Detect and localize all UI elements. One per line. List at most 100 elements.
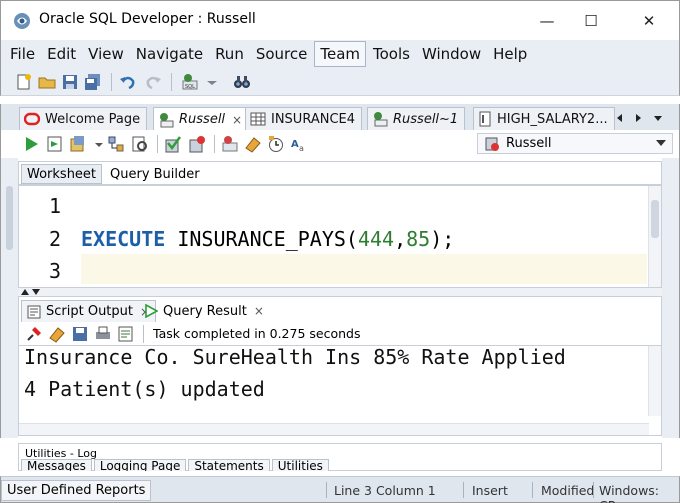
task-status-text: Task completed in 0.275 seconds	[153, 326, 361, 341]
binoculars-icon[interactable]	[233, 73, 251, 91]
output-line: 4 Patient(s) updated	[24, 377, 265, 401]
commit-icon[interactable]	[164, 135, 182, 153]
chevron-down-icon[interactable]	[653, 113, 663, 123]
svg-text:SQL: SQL	[185, 84, 195, 90]
line-number: 2	[48, 227, 61, 251]
tab-label: HIGH_SALARY2...	[497, 111, 608, 127]
code-number: 85	[406, 227, 431, 251]
redo-icon[interactable]	[144, 73, 162, 91]
chevron-right-icon[interactable]	[633, 113, 643, 123]
tab-russell[interactable]: Russell ×	[153, 107, 250, 131]
main-toolbar: SQL	[0, 68, 680, 96]
left-panel-gutter	[0, 158, 18, 438]
sql-developer-logo-icon	[14, 13, 30, 29]
worksheet-toolbar: Aa Russell	[0, 130, 680, 158]
tab-messages[interactable]: Messages	[21, 459, 92, 471]
chevron-left-icon[interactable]	[615, 113, 625, 123]
tab-query-result[interactable]: Query Result ×	[139, 300, 269, 322]
menu-tools[interactable]: Tools	[368, 42, 415, 66]
undo-icon[interactable]	[119, 73, 137, 91]
menu-edit[interactable]: Edit	[42, 42, 81, 66]
unshared-sql-worksheet-icon[interactable]	[221, 135, 239, 153]
open-file-icon[interactable]	[117, 325, 135, 343]
sql-editor[interactable]: 1 2 3 EXECUTE INSURANCE_PAYS(444,85);	[18, 185, 662, 288]
close-button[interactable]: ✕	[635, 7, 663, 35]
editor-tab-bar: Welcome Page Russell × INSURANCE4 Russel…	[0, 104, 680, 131]
menu-team[interactable]: Team	[314, 41, 367, 67]
insert-mode: Insert	[472, 483, 508, 498]
menu-source[interactable]: Source	[251, 42, 313, 66]
output-vertical-scrollbar[interactable]	[648, 346, 661, 416]
sql-connection-icon	[160, 112, 174, 127]
connection-select[interactable]: Russell	[477, 133, 673, 154]
tab-query-builder[interactable]: Query Builder	[105, 164, 205, 184]
tab-worksheet[interactable]: Worksheet	[21, 164, 103, 184]
code-punct: );	[430, 227, 455, 251]
editor-output-splitter[interactable]	[18, 288, 662, 296]
output-line: Insurance Co. SureHealth Ins 85% Rate Ap…	[24, 345, 566, 369]
splitter-arrows-icon[interactable]	[20, 288, 44, 296]
tab-script-output[interactable]: Script Output ×	[21, 300, 157, 322]
run-icon	[145, 304, 158, 318]
utilities-tab-bar: Messages Logging Page Statements Utiliti…	[19, 459, 329, 471]
code-punct: ,	[394, 227, 407, 251]
maximize-button[interactable]: ☐	[577, 7, 605, 35]
save-icon[interactable]	[61, 73, 79, 91]
chevron-down-icon[interactable]	[90, 135, 108, 153]
menu-bar: File Edit View Navigate Run Source Team …	[0, 40, 680, 68]
save-icon[interactable]	[71, 325, 89, 343]
procedure-icon	[479, 111, 491, 127]
run-script-icon[interactable]	[46, 135, 64, 153]
chevron-down-icon[interactable]	[203, 73, 221, 91]
tab-label: Query Result	[163, 303, 247, 319]
tab-insurance4[interactable]: INSURANCE4	[245, 107, 363, 130]
right-panel-gutter	[662, 158, 680, 438]
save-all-icon[interactable]	[84, 73, 102, 91]
sql-connection-icon	[485, 137, 499, 151]
menu-window[interactable]: Window	[417, 42, 486, 66]
editor-vertical-scrollbar[interactable]	[648, 186, 661, 287]
print-icon[interactable]	[94, 325, 112, 343]
open-folder-icon[interactable]	[38, 73, 56, 91]
script-output-area[interactable]: Insurance Co. SureHealth Ins 85% Rate Ap…	[18, 345, 662, 436]
close-icon[interactable]: ×	[232, 113, 242, 127]
tab-label: Welcome Page	[45, 111, 141, 127]
code-line[interactable]: EXECUTE INSURANCE_PAYS(444,85);	[81, 227, 454, 251]
line-ending: Windows: CR	[599, 483, 660, 503]
explain-plan-icon[interactable]	[107, 135, 125, 153]
user-defined-reports-button[interactable]: User Defined Reports	[1, 480, 152, 501]
clear-eraser-icon[interactable]	[244, 135, 262, 153]
output-tab-bar: Script Output × Query Result ×	[18, 296, 662, 322]
tab-statements[interactable]: Statements	[188, 459, 270, 471]
tab-logging-page[interactable]: Logging Page	[93, 459, 187, 471]
close-icon[interactable]: ×	[254, 304, 264, 318]
menu-view[interactable]: View	[83, 42, 129, 66]
pin-icon[interactable]	[25, 325, 43, 343]
tab-welcome-page[interactable]: Welcome Page	[19, 107, 148, 130]
menu-file[interactable]: File	[5, 42, 40, 66]
new-file-icon[interactable]	[15, 73, 33, 91]
rollback-icon[interactable]	[188, 135, 206, 153]
menu-navigate[interactable]: Navigate	[131, 42, 208, 66]
table-icon	[250, 112, 266, 126]
sql-tuning-icon[interactable]	[131, 135, 149, 153]
utilities-log-panel: Utilities - Log Messages Logging Page St…	[18, 443, 662, 471]
menu-help[interactable]: Help	[488, 42, 532, 66]
sql-history-icon[interactable]	[267, 135, 285, 153]
output-horizontal-scrollbar[interactable]	[19, 423, 649, 435]
format-text-icon[interactable]: Aa	[290, 135, 308, 153]
code-identifier: INSURANCE_PAYS(	[165, 227, 358, 251]
run-statement-icon[interactable]	[23, 135, 41, 153]
tab-utilities[interactable]: Utilities	[271, 459, 329, 471]
tab-russell-1[interactable]: Russell~1	[367, 107, 466, 130]
menu-run[interactable]: Run	[210, 42, 249, 66]
sql-worksheet-icon[interactable]: SQL	[181, 73, 199, 91]
minimize-button[interactable]: —	[533, 7, 561, 35]
script-output-icon	[27, 305, 41, 318]
code-keyword: EXECUTE	[81, 227, 166, 251]
svg-text:A: A	[291, 139, 299, 150]
tab-high-salary2[interactable]: HIGH_SALARY2...	[473, 107, 615, 130]
clear-eraser-icon[interactable]	[48, 325, 66, 343]
tab-label: INSURANCE4	[271, 111, 356, 127]
autotrace-icon[interactable]	[69, 135, 87, 153]
